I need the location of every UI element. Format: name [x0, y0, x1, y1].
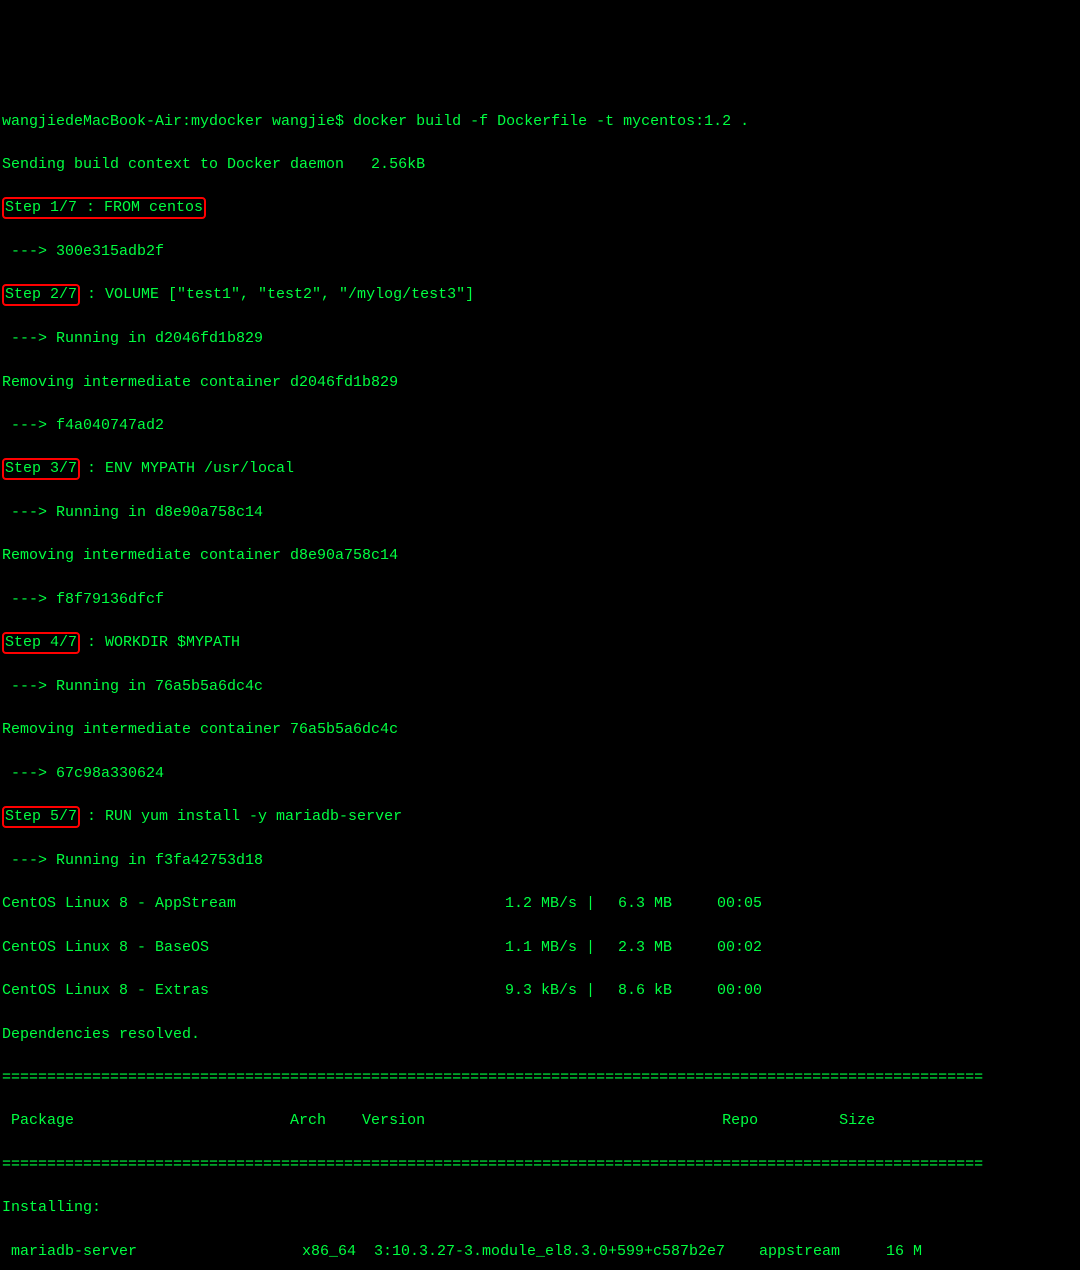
step-2: Step 2/7 : VOLUME ["test1", "test2", "/m…: [2, 284, 1080, 306]
separator-top: ========================================…: [2, 1067, 1080, 1089]
hash-2: ---> f4a040747ad2: [2, 415, 1080, 437]
running-2: ---> Running in d2046fd1b829: [2, 328, 1080, 350]
running-5: ---> Running in f3fa42753d18: [2, 850, 1080, 872]
running-3: ---> Running in d8e90a758c14: [2, 502, 1080, 524]
terminal-output: wangjiedeMacBook-Air:mydocker wangjie$ d…: [0, 87, 1080, 1270]
pkg-row-0: mariadb-serverx86_643:10.3.27-3.module_e…: [2, 1241, 1080, 1263]
installing-label: Installing:: [2, 1197, 1080, 1219]
repo-line-2: CentOS Linux 8 - Extras9.3 kB/s | 8.6 kB…: [2, 980, 1080, 1002]
hash-3: ---> f8f79136dfcf: [2, 589, 1080, 611]
step-2-rest: : VOLUME ["test1", "test2", "/mylog/test…: [78, 286, 474, 303]
context-line: Sending build context to Docker daemon 2…: [2, 154, 1080, 176]
hash-4: ---> 67c98a330624: [2, 763, 1080, 785]
step-3-box: Step 3/7: [2, 458, 80, 480]
repo-line-0: CentOS Linux 8 - AppStream1.2 MB/s | 6.3…: [2, 893, 1080, 915]
step-3-rest: : ENV MYPATH /usr/local: [78, 460, 294, 477]
removing-2: Removing intermediate container d2046fd1…: [2, 372, 1080, 394]
step-5: Step 5/7 : RUN yum install -y mariadb-se…: [2, 806, 1080, 828]
step-3: Step 3/7 : ENV MYPATH /usr/local: [2, 458, 1080, 480]
removing-4: Removing intermediate container 76a5b5a6…: [2, 719, 1080, 741]
step-4-box: Step 4/7: [2, 632, 80, 654]
removing-3: Removing intermediate container d8e90a75…: [2, 545, 1080, 567]
step-5-box: Step 5/7: [2, 806, 80, 828]
separator-bottom: ========================================…: [2, 1154, 1080, 1176]
repo-line-1: CentOS Linux 8 - BaseOS1.1 MB/s | 2.3 MB…: [2, 937, 1080, 959]
step-4: Step 4/7 : WORKDIR $MYPATH: [2, 632, 1080, 654]
step-5-rest: : RUN yum install -y mariadb-server: [78, 808, 402, 825]
step-2-box: Step 2/7: [2, 284, 80, 306]
running-4: ---> Running in 76a5b5a6dc4c: [2, 676, 1080, 698]
step-1-box: Step 1/7 : FROM centos: [2, 197, 206, 219]
prompt-line: wangjiedeMacBook-Air:mydocker wangjie$ d…: [2, 111, 1080, 133]
hash-1: ---> 300e315adb2f: [2, 241, 1080, 263]
step-1: Step 1/7 : FROM centos: [2, 197, 1080, 219]
deps-resolved: Dependencies resolved.: [2, 1024, 1080, 1046]
table-header: Package Arch Version Repo Size: [2, 1110, 1080, 1132]
step-4-rest: : WORKDIR $MYPATH: [78, 634, 240, 651]
